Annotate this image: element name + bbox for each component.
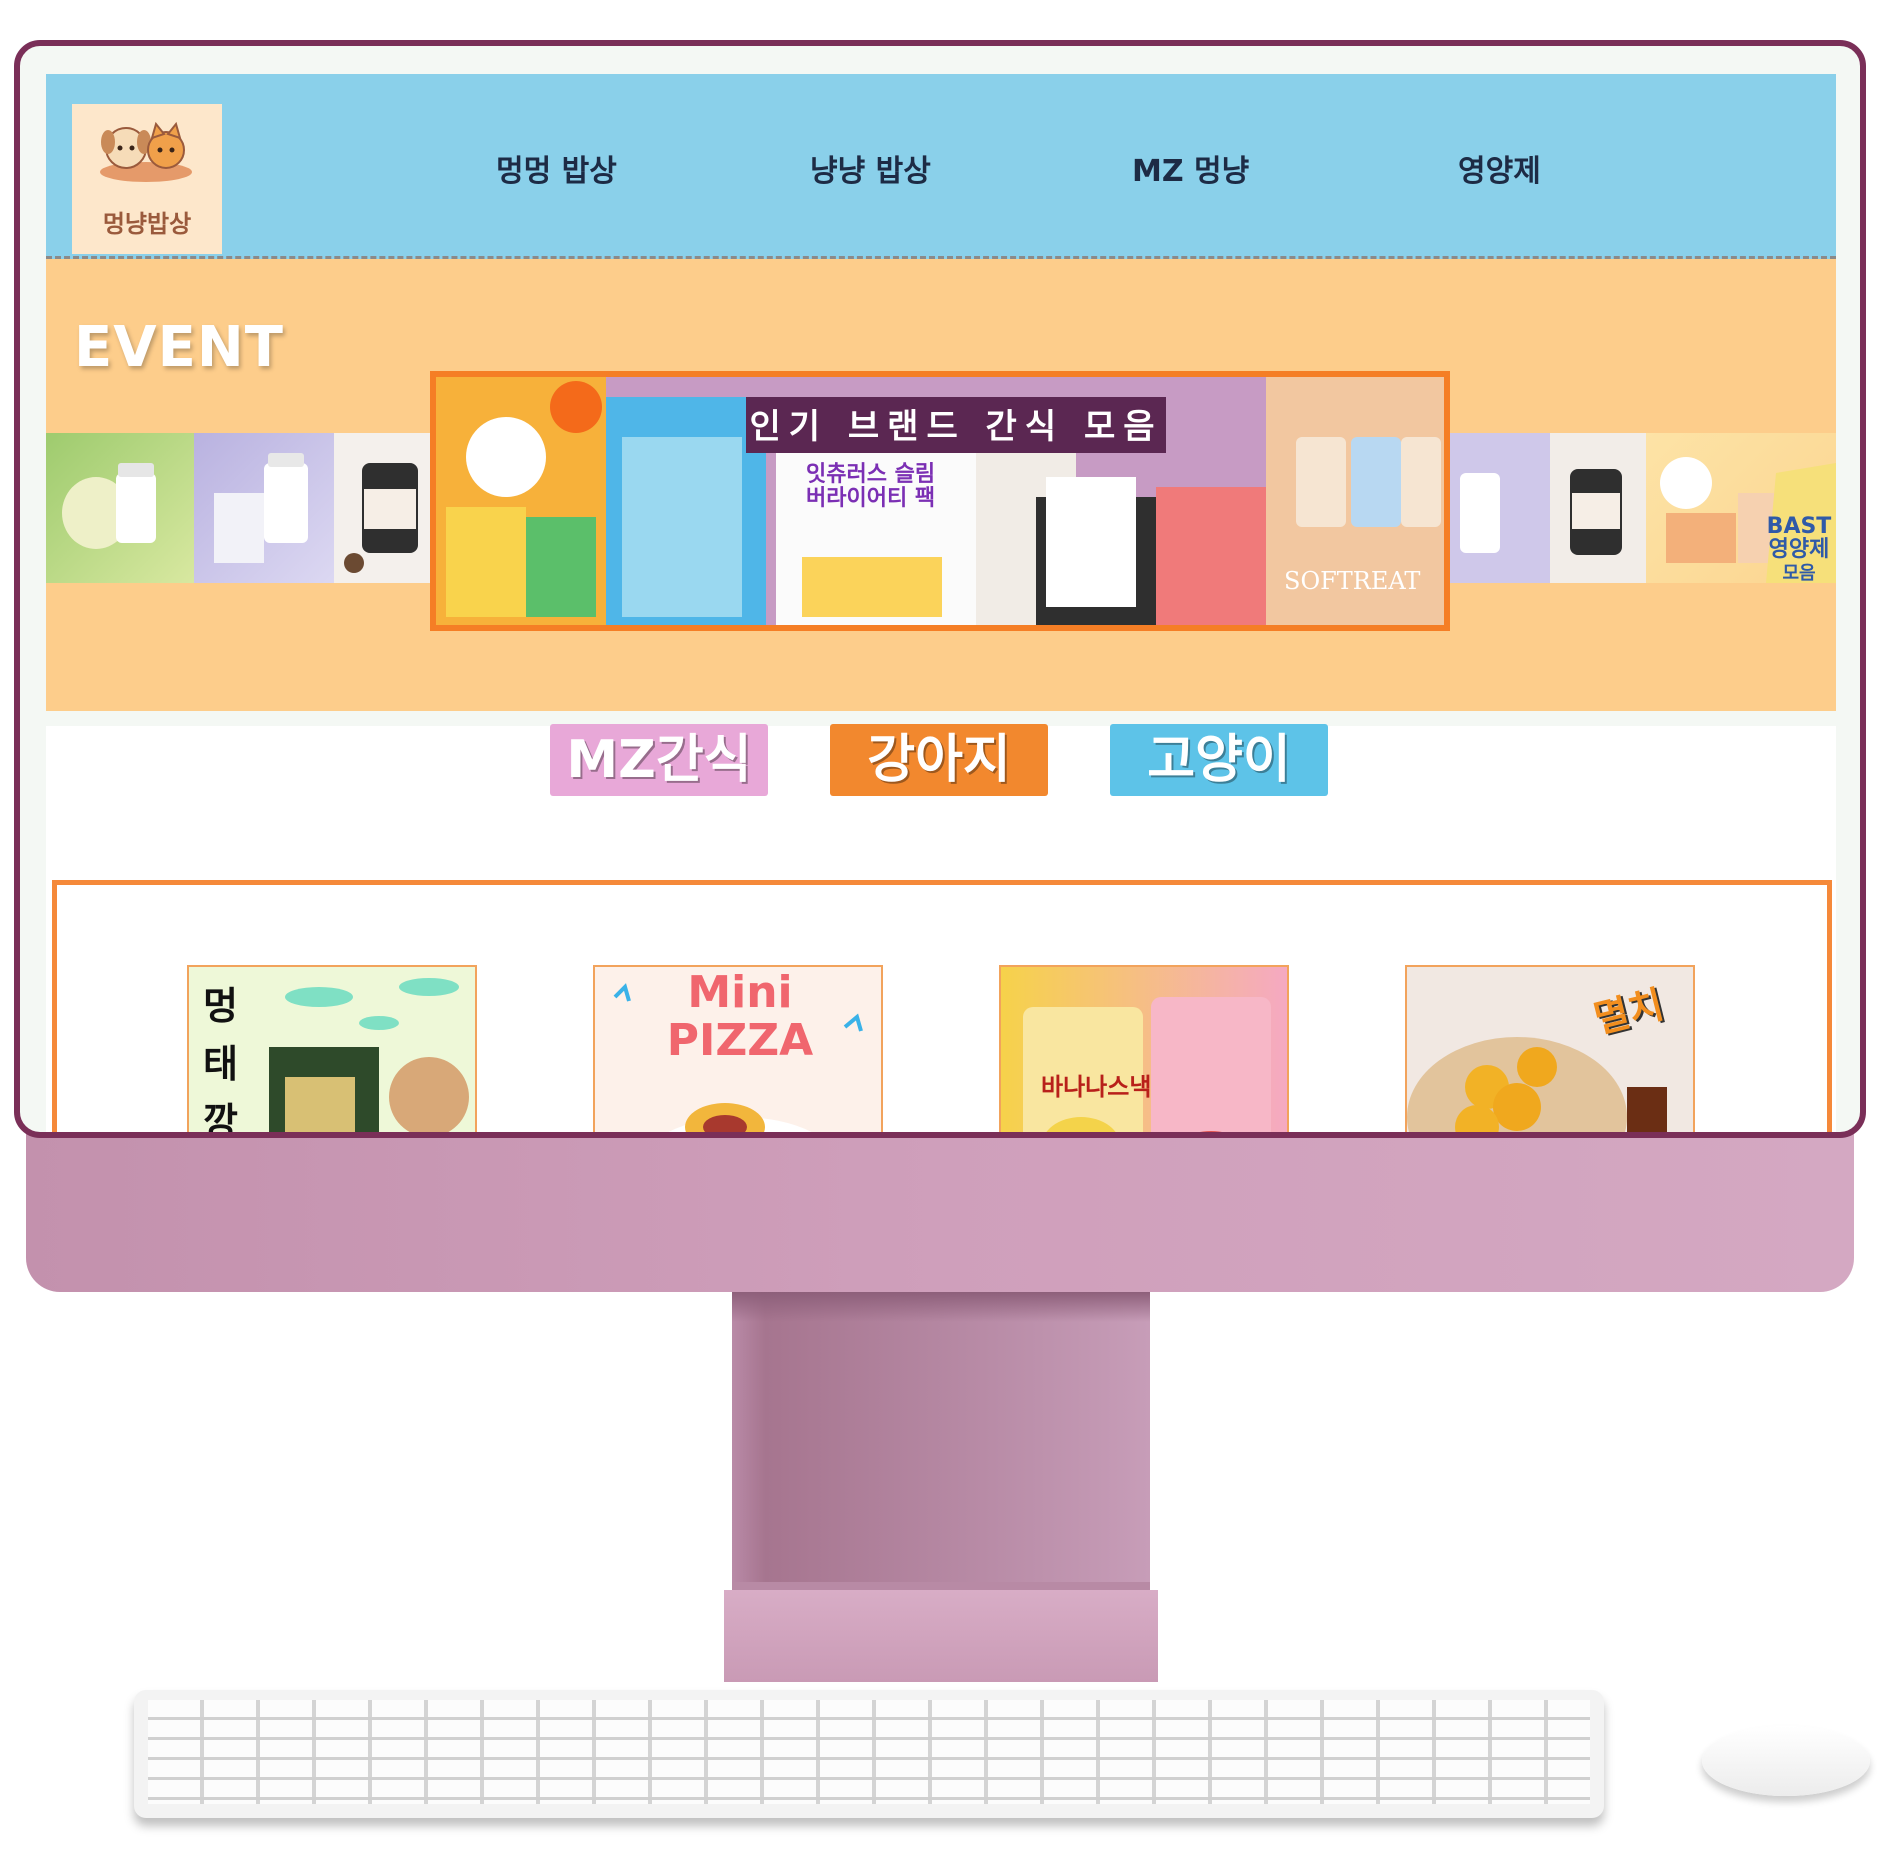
event-thumb[interactable] xyxy=(334,433,434,583)
event-main-banner[interactable]: 인기 브랜드 간식 모음 잇츄러스 슬림 버라이어티 팩 SOFTREAT xyxy=(430,371,1450,631)
monitor-stand-neck xyxy=(732,1292,1150,1620)
category-button-cat[interactable]: 고양이 xyxy=(1110,724,1328,796)
event-thumb[interactable] xyxy=(194,433,334,583)
event-thumb[interactable] xyxy=(1450,433,1550,583)
supplement-bottle-icon xyxy=(1460,473,1500,553)
logo-text: 멍냥밥상 xyxy=(102,210,192,238)
product-label-line: Mini xyxy=(687,967,793,1018)
keyboard-rows xyxy=(148,1700,1590,1804)
banner-title: 인기 브랜드 간식 모음 xyxy=(749,407,1163,447)
nav-item-mz-pets[interactable]: MZ 멍냥 xyxy=(1132,146,1249,190)
supplement-bottle-icon xyxy=(214,453,308,563)
supplement-jar-icon xyxy=(1570,469,1622,555)
dog-cat-logo-icon xyxy=(100,122,192,182)
banner-subtitle: 잇츄러스 슬림 버라이어티 팩 xyxy=(806,463,935,511)
supplement-jar-icon xyxy=(344,463,418,573)
category-button-mz-snacks[interactable]: MZ간식 xyxy=(550,724,768,796)
event-thumb[interactable] xyxy=(46,433,194,583)
banana-snack-bags-icon xyxy=(1023,997,1271,1132)
promo-line: BAST xyxy=(1766,514,1832,539)
monitor-stand-shadow xyxy=(732,1292,1150,1322)
category-button-dog[interactable]: 강아지 xyxy=(830,724,1048,796)
nav-item-dog-meals[interactable]: 멍멍 밥상 xyxy=(496,146,617,190)
product-label-line: 멍 xyxy=(203,984,238,1028)
bast-promo-label: BAST 영양제 모음 xyxy=(1762,515,1836,583)
banner-product-label: SOFTREAT xyxy=(1284,567,1421,595)
promo-line: 영양제 xyxy=(1768,537,1830,562)
event-thumb[interactable] xyxy=(1550,433,1646,583)
product-label-line: PIZZA xyxy=(666,1015,814,1066)
banner-subtitle-line: 버라이어티 팩 xyxy=(806,486,936,511)
keyboard xyxy=(134,1690,1604,1818)
site-header: 멍냥밥상 멍멍 밥상 냥냥 밥상 MZ 멍냥 영양제 xyxy=(46,74,1836,259)
product-label-line: 깡 xyxy=(203,1100,238,1138)
product-label: 바나나스낵 xyxy=(1041,1073,1152,1101)
nav-item-supplements[interactable]: 영양제 xyxy=(1458,146,1541,190)
nav-item-cat-meals[interactable]: 냥냥 밥상 xyxy=(810,146,931,190)
product-card[interactable]: 바나나스낵 xyxy=(999,965,1289,1132)
site-logo[interactable]: 멍냥밥상 xyxy=(72,104,222,254)
mouse xyxy=(1702,1726,1870,1796)
monitor-screen: 멍냥밥상 멍멍 밥상 냥냥 밥상 MZ 멍냥 영양제 EVENT BAST 영양… xyxy=(14,40,1866,1138)
product-label: Mini PIZZA xyxy=(595,967,881,1066)
event-section: EVENT BAST 영양제 모음 인기 브랜드 간식 모음 잇츄러스 슬림 버… xyxy=(46,259,1836,711)
supplement-bottle-icon xyxy=(62,463,156,549)
product-card[interactable]: 멸치 xyxy=(1405,965,1695,1132)
product-label: 멍 태 깡 xyxy=(203,977,238,1138)
product-card[interactable]: Mini PIZZA xyxy=(593,965,883,1132)
product-card[interactable]: 멍 태 깡 xyxy=(187,965,477,1138)
banner-subtitle-line: 잇츄러스 슬림 xyxy=(806,462,936,487)
promo-line: 모음 xyxy=(1782,563,1816,583)
monitor-stand-base xyxy=(724,1590,1158,1682)
product-list-box: 멍 태 깡 Mini PIZZA 바나나스낵 멸치 xyxy=(52,880,1832,1138)
event-title: EVENT xyxy=(74,315,284,380)
product-label-line: 태 xyxy=(203,1042,238,1086)
